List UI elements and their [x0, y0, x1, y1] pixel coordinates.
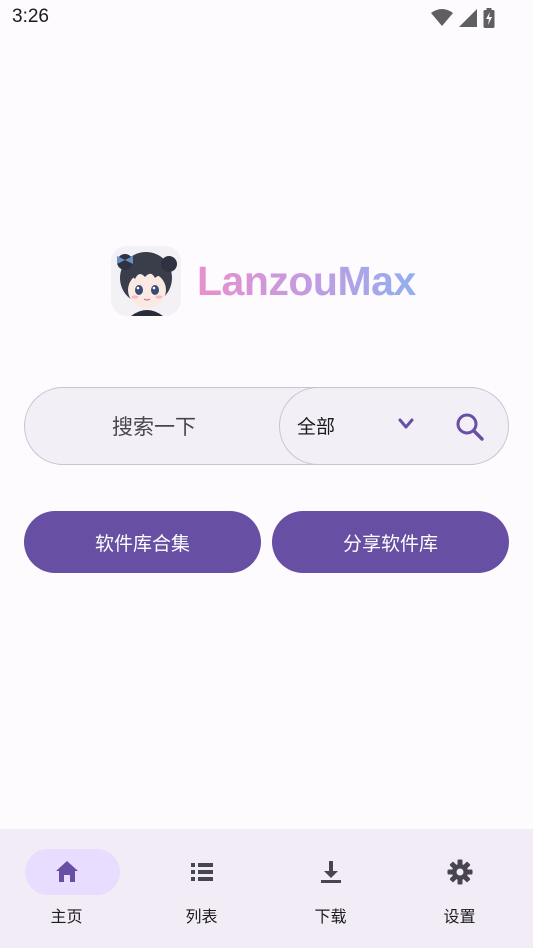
battery-charging-icon	[483, 8, 495, 28]
home-screen: 3:26 LanzouMax 搜索一下 全部 软件库合集 分享软件库 主页 列表…	[0, 0, 533, 948]
nav-label-settings: 设置	[443, 907, 476, 926]
search-icon[interactable]	[455, 412, 485, 442]
bottom-navigation: 主页 列表 下载 设置	[0, 829, 533, 948]
app-header: LanzouMax	[111, 246, 416, 316]
category-selected-value: 全部	[297, 415, 336, 438]
search-bar: 全部	[24, 386, 509, 465]
nav-item-settings[interactable]: 设置	[393, 829, 526, 948]
software-collection-button[interactable]: 软件库合集	[24, 511, 261, 573]
nav-item-home[interactable]: 主页	[0, 829, 133, 948]
app-title: LanzouMax	[197, 257, 416, 304]
download-icon	[320, 861, 341, 883]
chevron-down-icon	[398, 418, 414, 428]
wifi-icon	[431, 9, 453, 26]
nav-label-download: 下载	[314, 907, 347, 926]
nav-label-list: 列表	[185, 907, 218, 926]
status-bar: 3:26	[0, 0, 533, 38]
nav-item-list[interactable]: 列表	[135, 829, 268, 948]
share-software-button[interactable]: 分享软件库	[272, 511, 509, 573]
search-input[interactable]	[25, 388, 283, 465]
nav-item-download[interactable]: 下载	[264, 829, 397, 948]
nav-label-home: 主页	[50, 907, 83, 926]
category-dropdown[interactable]: 全部	[279, 386, 509, 465]
signal-icon	[459, 9, 477, 27]
status-time: 3:26	[12, 6, 49, 27]
home-icon	[55, 861, 78, 882]
app-logo	[111, 246, 181, 316]
settings-icon	[447, 859, 472, 885]
status-icons	[431, 8, 495, 28]
list-icon	[190, 863, 213, 881]
